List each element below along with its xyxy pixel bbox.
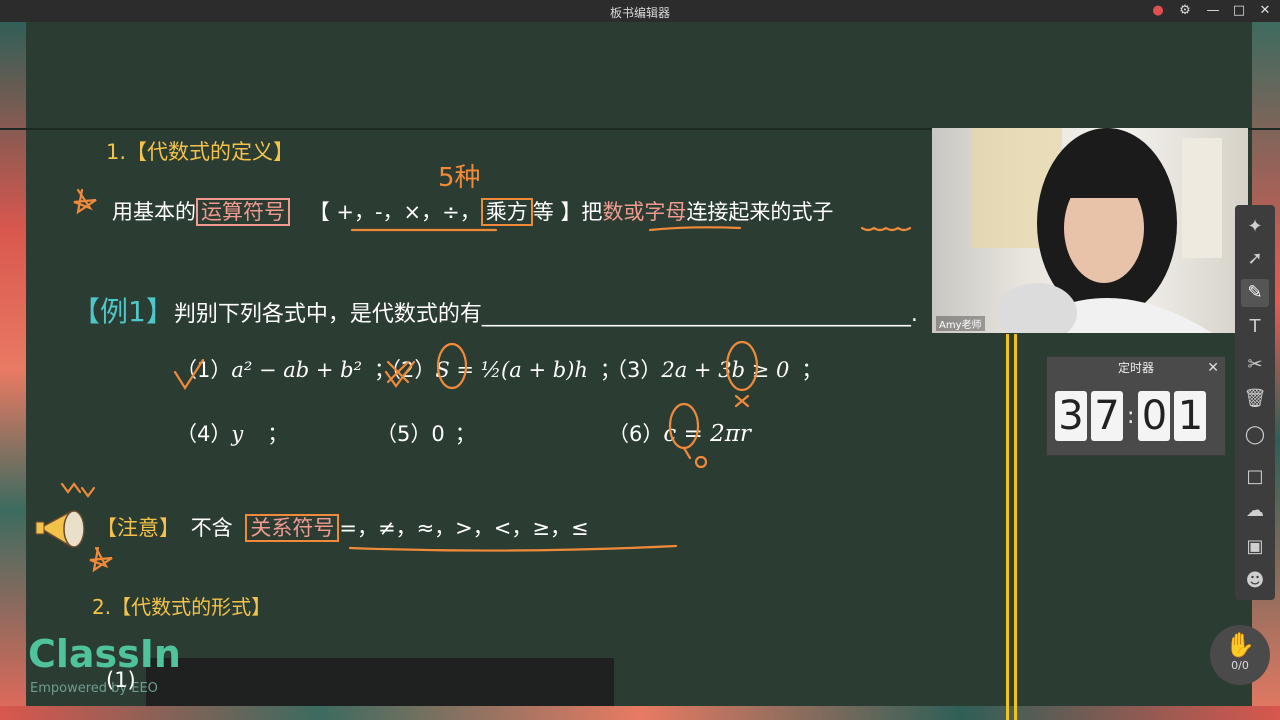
timer-colon: : [1127,403,1135,429]
item-separator: ； [267,422,289,446]
background-bottom [0,706,1280,720]
item-separator: ； [801,358,823,382]
item-expression: a² − ab + b² [231,358,363,382]
tool-palette: ✦ ➚ ✎ T ✂ 🗑 ◯ □ ☁ ▣ ☻ [1235,205,1275,600]
timer-digits: 3 7 : 0 1 [1055,391,1207,441]
caption-bar [146,658,614,706]
example-line: 【例1】判别下列各式中，是代数式的有______________________… [72,290,918,330]
note-boxed: 关系符号 [245,514,340,542]
classin-logo: ClassIn [28,632,181,676]
example-item-6: （6）c = 2πr [608,418,751,448]
item-number: （3） [606,358,662,382]
boxed-power: 乘方 [480,198,533,226]
record-icon[interactable]: ● [1149,2,1167,20]
timer-digit: 1 [1174,391,1207,441]
boxed-ops: 运算符号 [196,198,290,226]
pink-phrase: 数或字母 [602,200,687,224]
example-item-2: （2）S = ½(a + b)h； [380,354,621,384]
timer-digit: 3 [1055,391,1087,441]
expr-text: 式子 [791,200,834,224]
definition-lead: 用基本的 [112,200,196,224]
pen-icon[interactable]: ✎ [1241,279,1269,307]
note-text: 不含 [190,516,233,540]
join-text: 连接起来的 [686,200,792,224]
item-separator: ； [454,422,476,446]
timer-close-icon[interactable]: ✕ [1207,357,1219,379]
deng-text: 等 [532,200,554,224]
item-expression: c = 2πr [663,421,751,447]
teacher-name: Amy老师 [936,316,985,331]
item-number: （2） [380,358,436,382]
board-previous-page[interactable] [26,22,1252,128]
timer-digit: 0 [1138,391,1171,441]
toolbox-icon[interactable]: ▣ [1241,533,1269,561]
cloud-icon[interactable]: ☁ [1241,497,1269,525]
definition-line: 用基本的 运算符号 【 +，-，×，÷， 乘方等 】把数或字母连接起来的式子 [112,196,833,226]
eraser-icon[interactable]: ◯ [1241,421,1269,449]
teacher-portrait [972,128,1222,333]
example-item-4: （4）y ； [176,418,288,448]
example-prompt: 判别下列各式中，是代数式的有__________________________… [173,302,918,327]
caption-text: (1) [106,668,136,692]
close-icon[interactable]: ✕ [1256,2,1274,20]
teacher-video[interactable]: Amy老师 [932,128,1248,333]
item-number: （1） [176,358,232,382]
chat-icon[interactable]: □ [1241,463,1269,491]
item-expression: 2a + 3b ≥ 0 [661,358,790,382]
background-left [0,20,26,720]
scissors-icon[interactable]: ✂ [1241,351,1269,379]
item-number: （4） [176,422,232,446]
example-item-5: （5）0 ； [376,418,476,448]
yellow-line-right [1014,334,1017,720]
minimize-icon[interactable]: — [1204,2,1222,20]
text-icon[interactable]: T [1241,313,1269,341]
yellow-line-left [1006,334,1009,720]
note-symbols: =，≠，≈，>，<，≥，≤ [339,516,589,540]
note-tag: 【注意】 [96,516,180,540]
item-expression: y [231,422,244,446]
note-line: 【注意】 不含 关系符号 =，≠，≈，>，<，≥，≤ [96,512,589,542]
timer-digit: 7 [1091,391,1123,441]
cursor-sparkle-icon[interactable]: ✦ [1241,213,1269,241]
item-number: （6） [608,422,664,446]
section2-title: 2.【代数式的形式】 [92,595,272,619]
hand-icon: ✋ [1225,631,1255,659]
example-tag: 【例1】 [72,295,174,328]
item-expression: 0 [431,422,445,446]
raise-hand-button[interactable]: ✋ 0/0 [1210,625,1270,685]
example-item-1: （1）a² − ab + b²； [176,354,395,384]
section1-title: 1.【代数式的定义】 [106,140,295,164]
select-move-icon[interactable]: ➚ [1241,245,1269,273]
example-item-3: （3）2a + 3b ≥ 0 ； [606,354,822,384]
settings-icon[interactable]: ⚙ [1176,2,1194,20]
open-bracket: 【 [308,200,330,224]
classin-subtitle: Empowered by EEO [30,681,158,696]
timer-widget[interactable]: 定时器 ✕ 3 7 : 0 1 [1046,356,1226,456]
maximize-icon[interactable]: □ [1230,2,1248,20]
item-expression: S = ½(a + b)h [435,358,588,382]
ops-list: +，-，×，÷， [336,200,481,224]
item-number: （5） [376,422,432,446]
raise-hand-count: 0/0 [1231,659,1249,672]
users-icon[interactable]: ☻ [1241,567,1269,595]
close-bracket: 】把 [560,200,603,224]
trash-icon[interactable]: 🗑 [1241,385,1269,413]
title-bar: 板书编辑器 ● ⚙ — □ ✕ [0,0,1280,22]
window-title: 板书编辑器 [609,6,670,20]
timer-title: 定时器 [1117,361,1154,375]
